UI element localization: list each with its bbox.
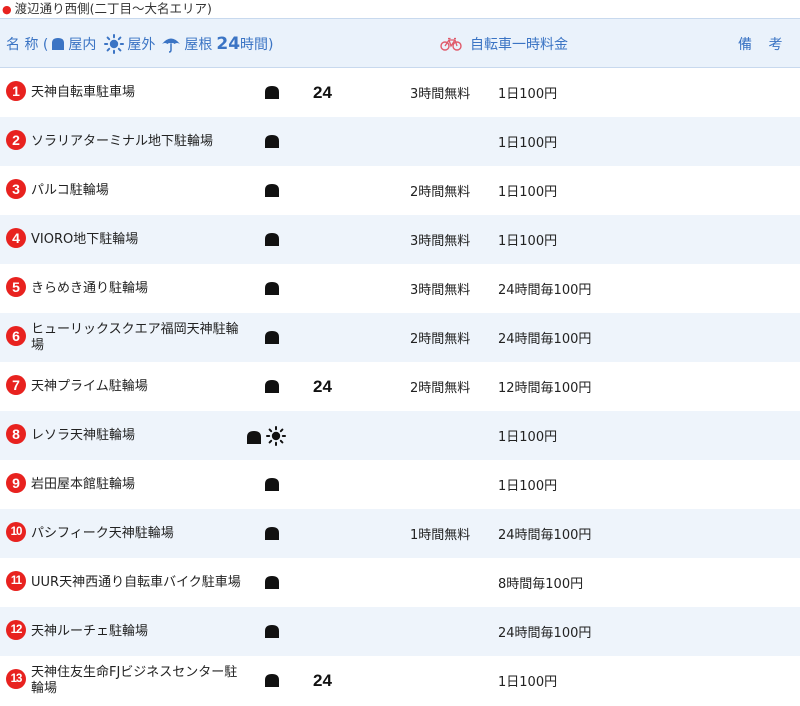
row-number-badge: 4 [6, 228, 26, 248]
row-number-badge: 9 [6, 473, 26, 493]
open-24h-mark: 24 [313, 670, 332, 690]
roof-legend-icon [161, 35, 181, 53]
parking-name: ヒューリックスクエア福岡天神駐輪場 [31, 321, 239, 353]
table-row: 8 レソラ天神駐輪場 1日100円 [0, 411, 800, 460]
free-time: 1時間無料 [410, 528, 471, 543]
parking-name: パルコ駐輪場 [31, 182, 109, 198]
parking-name: きらめき通り駐輪場 [31, 280, 149, 296]
parking-name: ソラリアターミナル地下駐輪場 [31, 133, 214, 149]
indoor-icon [264, 330, 280, 345]
row-number-badge: 2 [6, 130, 26, 150]
parking-name: UUR天神西通り自転車バイク駐車場 [31, 574, 241, 590]
header-name-label: 名 称 ( [6, 37, 49, 53]
bicycle-fee: 1日100円 [498, 234, 558, 249]
indoor-icon [264, 624, 280, 639]
header-24-number: 24 [216, 34, 241, 54]
table-row: 2 ソラリアターミナル地下駐輪場 1日100円 [0, 117, 800, 166]
bicycle-fee: 12時間毎100円 [498, 381, 592, 396]
row-number-badge: 12 [6, 620, 26, 640]
indoor-icon [264, 673, 280, 688]
row-number-badge: 10 [6, 522, 26, 542]
parking-name: VIORO地下駐輪場 [31, 231, 139, 247]
header-24-label: 時間) [240, 37, 274, 53]
red-dot-icon: ● [2, 3, 12, 16]
facility-icons [246, 426, 286, 446]
table-row: 5 きらめき通り駐輪場 3時間無料 24時間毎100円 [0, 264, 800, 313]
row-number-badge: 3 [6, 179, 26, 199]
bicycle-fee: 24時間毎100円 [498, 283, 592, 298]
sun-icon [266, 426, 286, 446]
table-row: 11 UUR天神西通り自転車バイク駐車場 8時間毎100円 [0, 558, 800, 607]
bicycle-fee: 1日100円 [498, 479, 558, 494]
bicycle-fee: 8時間毎100円 [498, 577, 584, 592]
row-number-badge: 13 [6, 669, 26, 689]
row-number-badge: 1 [6, 81, 26, 101]
row-number-badge: 5 [6, 277, 26, 297]
table-row: 13 天神住友生命FJビジネスセンター駐輪場 24 1日100円 [0, 656, 800, 705]
table-row: 4 VIORO地下駐輪場 3時間無料 1日100円 [0, 215, 800, 264]
free-time: 2時間無料 [410, 185, 471, 200]
open-24h-mark: 24 [313, 82, 332, 102]
indoor-icon [264, 477, 280, 492]
indoor-icon [246, 430, 262, 445]
indoor-icon [264, 85, 280, 100]
parking-name: パシフィーク天神駐輪場 [31, 525, 174, 541]
header-indoor-label: 屋内 [68, 37, 97, 53]
parking-name: 天神ルーチェ駐輪場 [31, 623, 149, 639]
indoor-icon [264, 183, 280, 198]
open-24h-mark: 24 [313, 376, 332, 396]
header-roof-label: 屋根 [184, 37, 213, 53]
indoor-icon [264, 232, 280, 247]
indoor-icon [264, 281, 280, 296]
bicycle-fee: 24時間毎100円 [498, 528, 592, 543]
bicycle-fee: 24時間毎100円 [498, 626, 592, 641]
parking-name: 天神住友生命FJビジネスセンター駐輪場 [31, 664, 238, 696]
table-row: 10 パシフィーク天神駐輪場 1時間無料 24時間毎100円 [0, 509, 800, 558]
bicycle-fee: 1日100円 [498, 136, 558, 151]
row-number-badge: 7 [6, 375, 26, 395]
bicycle-fee: 1日100円 [498, 87, 558, 102]
free-time: 3時間無料 [410, 234, 471, 249]
parking-name: 岩田屋本館駐輪場 [31, 476, 136, 492]
free-time: 2時間無料 [410, 381, 471, 396]
header-fee-column: 自転車一時料金 [440, 19, 574, 69]
header-name-column: 名 称 ( 屋内 屋外 屋根 24 時間) [6, 19, 274, 69]
table-row: 1 天神自転車駐車場 24 3時間無料 1日100円 [0, 68, 800, 117]
indoor-icon [264, 575, 280, 590]
indoor-icon [264, 134, 280, 149]
indoor-icon [264, 379, 280, 394]
parking-table-body: 1 天神自転車駐車場 24 3時間無料 1日100円 2 ソラリアターミナル地下駐輪場 1日1… [0, 68, 800, 705]
table-row: 12 天神ルーチェ駐輪場 24時間毎100円 [0, 607, 800, 656]
free-time: 3時間無料 [410, 283, 471, 298]
bicycle-icon [440, 37, 462, 51]
parking-name: レソラ天神駐輪場 [31, 427, 136, 443]
header-notes-label: 備 考 [738, 37, 789, 53]
area-title-text: 渡辺通り西側(二丁目～大名エリア) [14, 1, 212, 16]
parking-name: 天神プライム駐輪場 [31, 378, 148, 394]
area-title: ● 渡辺通り西側(二丁目～大名エリア) [0, 0, 800, 18]
bicycle-fee: 1日100円 [498, 430, 558, 445]
free-time: 3時間無料 [410, 87, 471, 102]
indoor-legend-icon [51, 37, 65, 51]
table-row: 3 パルコ駐輪場 2時間無料 1日100円 [0, 166, 800, 215]
bicycle-fee: 1日100円 [498, 185, 558, 200]
row-number-badge: 8 [6, 424, 26, 444]
bicycle-fee: 24時間毎100円 [498, 332, 592, 347]
sun-legend-icon [104, 34, 125, 54]
header-outdoor-label: 屋外 [127, 37, 156, 53]
table-header: 名 称 ( 屋内 屋外 屋根 24 時間) 自転車一時料金 備 考 [0, 18, 800, 68]
free-time: 2時間無料 [410, 332, 471, 347]
bicycle-fee: 1日100円 [498, 675, 558, 690]
table-row: 9 岩田屋本館駐輪場 1日100円 [0, 460, 800, 509]
parking-list-page: ● 渡辺通り西側(二丁目～大名エリア) 名 称 ( 屋内 屋外 屋根 24 時間… [0, 0, 800, 706]
indoor-icon [264, 526, 280, 541]
table-row: 6 ヒューリックスクエア福岡天神駐輪場 2時間無料 24時間毎100円 [0, 313, 800, 362]
row-number-badge: 6 [6, 326, 26, 346]
header-fee-label: 自転車一時料金 [470, 37, 568, 53]
table-row: 7 天神プライム駐輪場 24 2時間無料 12時間毎100円 [0, 362, 800, 411]
parking-name: 天神自転車駐車場 [31, 84, 136, 100]
row-number-badge: 11 [6, 571, 26, 591]
